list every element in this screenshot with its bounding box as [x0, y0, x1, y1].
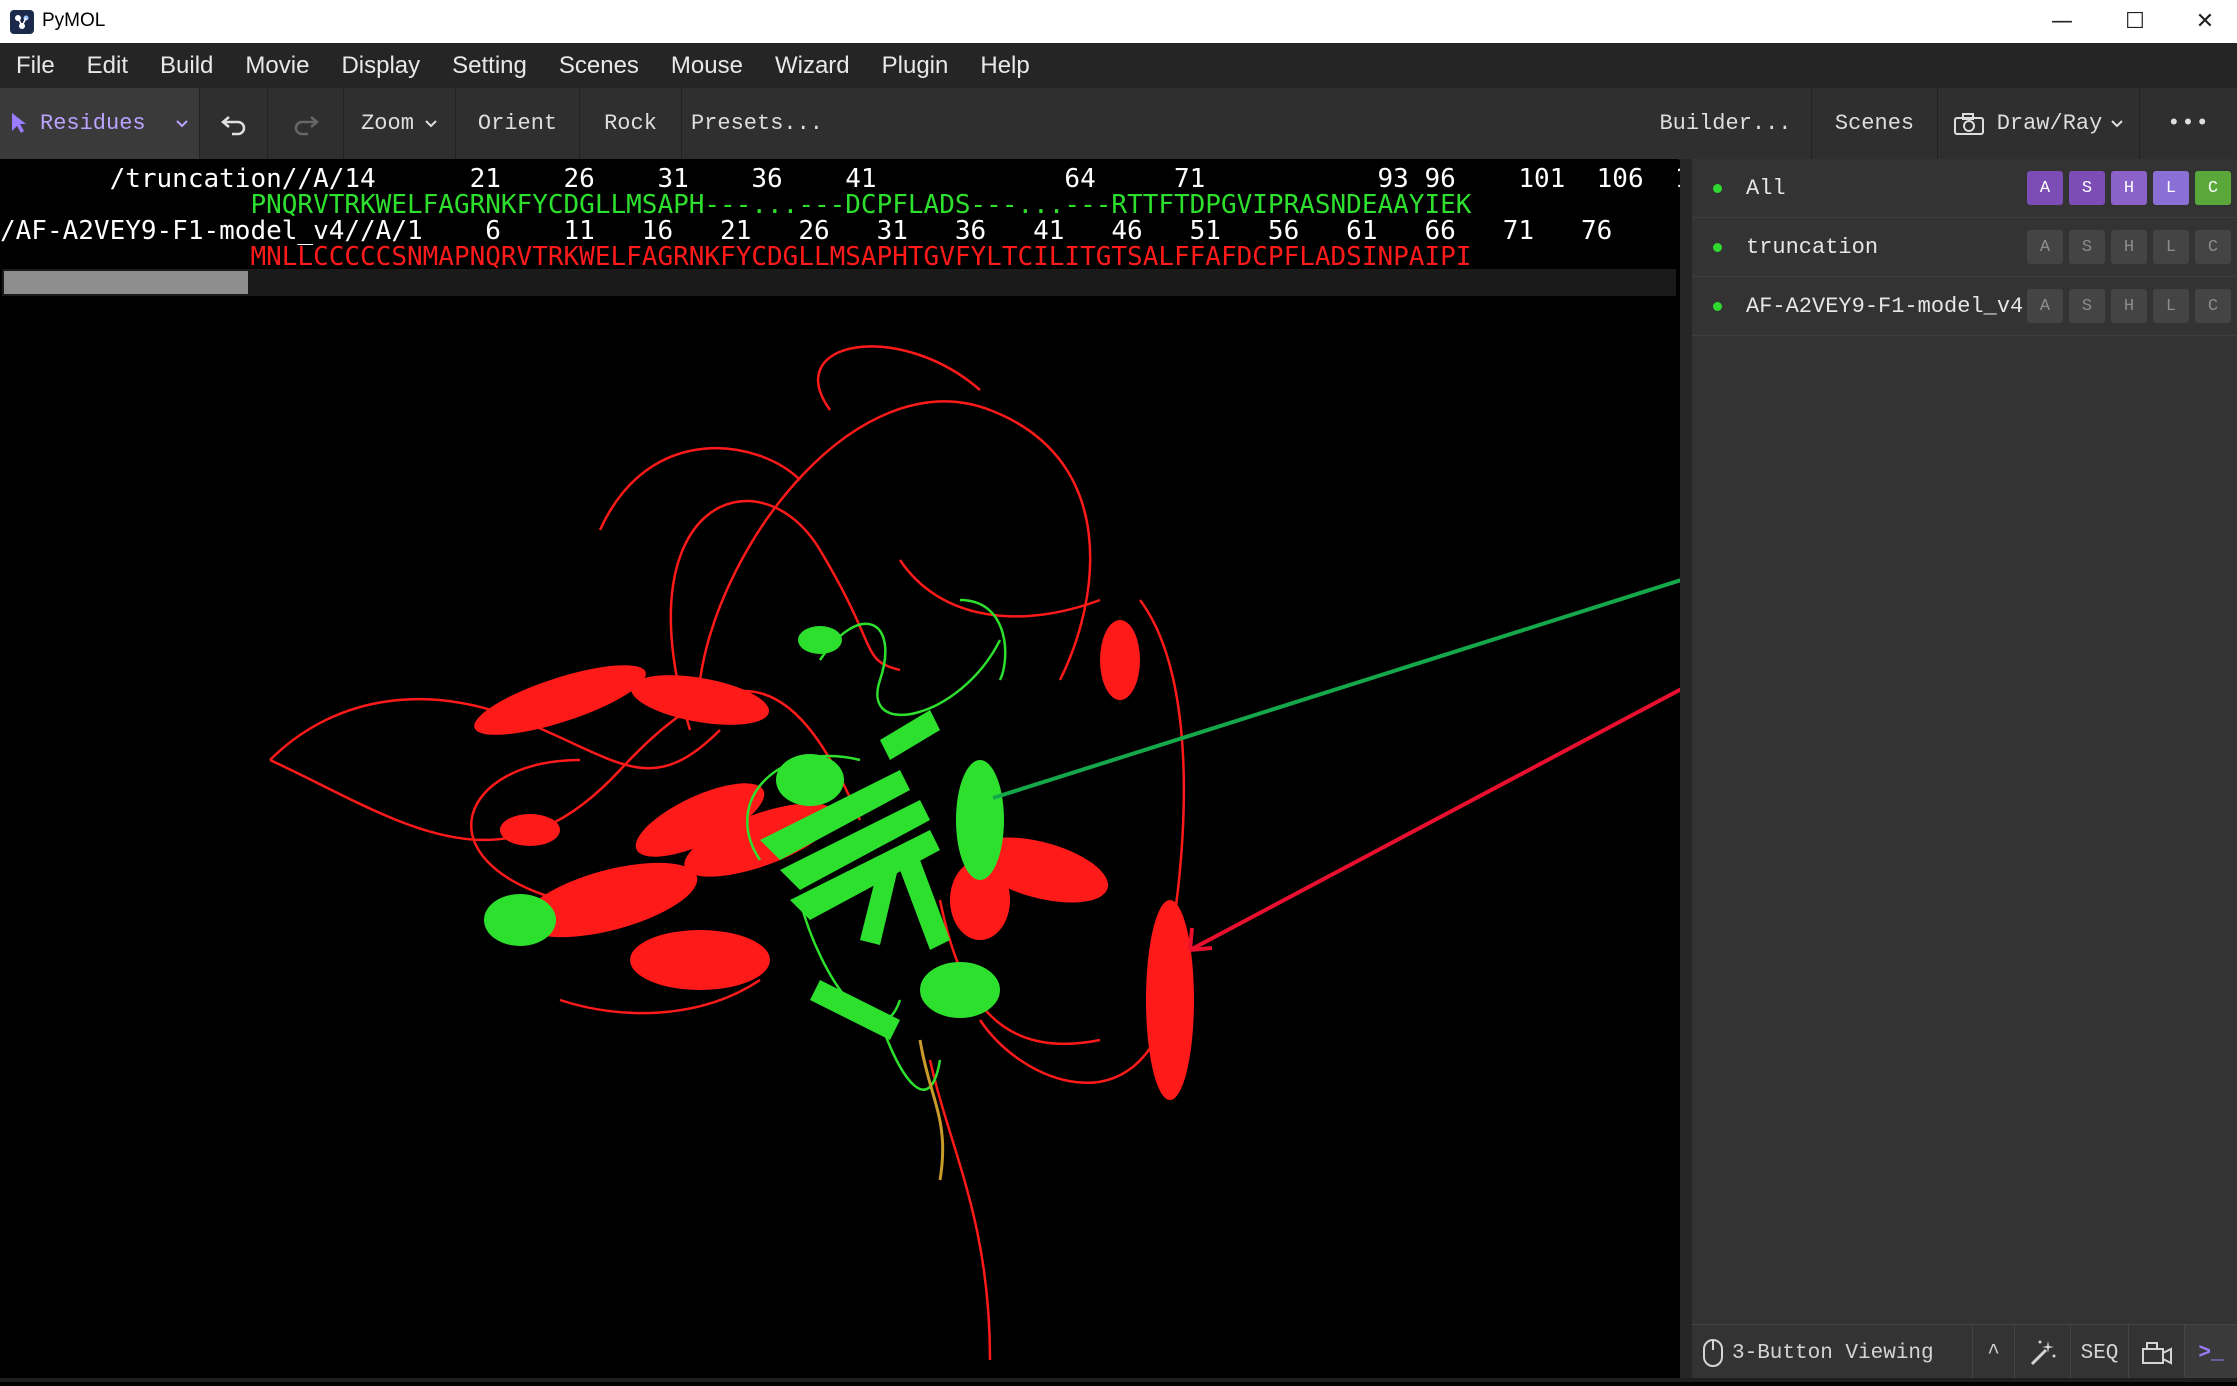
object-name[interactable]: All: [1746, 176, 1786, 201]
protein-cartoon-render: [269, 345, 1816, 1361]
pymol-app-icon: [10, 10, 34, 34]
camera-icon: [1953, 112, 1984, 135]
color-button[interactable]: C: [2195, 289, 2231, 323]
enabled-indicator[interactable]: [1713, 301, 1722, 311]
menu-movie[interactable]: Movie: [229, 52, 325, 80]
sequence-scrollbar[interactable]: [2, 269, 1676, 296]
mouse-mode-label: 3-Button Viewing: [1732, 1341, 1934, 1365]
maximize-button[interactable]: ☐: [2103, 0, 2167, 43]
menu-help[interactable]: Help: [964, 52, 1045, 80]
magic-wand-icon: [2030, 1340, 2055, 1366]
sequence-row-model-numbers: /AF-A2VEY9-F1-model_v4//A/1 6 11 16 21 2…: [0, 216, 1613, 246]
hide-button[interactable]: H: [2111, 171, 2147, 205]
zoom-label: Zoom: [361, 111, 414, 136]
minimize-button[interactable]: —: [2030, 0, 2094, 43]
color-button[interactable]: C: [2195, 171, 2231, 205]
window-title: PyMOL: [42, 10, 106, 31]
object-row-all[interactable]: All A S H L C: [1692, 159, 2237, 218]
chevron-down-icon: [425, 119, 437, 127]
window-bottom-border: [0, 1378, 2237, 1382]
object-row-model[interactable]: AF-A2VEY9-F1-model_v4 A S H L C: [1692, 277, 2237, 336]
show-button[interactable]: S: [2069, 230, 2105, 264]
color-button[interactable]: C: [2195, 230, 2231, 264]
mouse-mode-expand-button[interactable]: ^: [1972, 1325, 2014, 1381]
sequence-row-model-residues[interactable]: MNLLCCCCCSNMAPNQRVTRKWELFAGRNKFYCDGLLMSA…: [0, 244, 1471, 270]
status-bar: 3-Button Viewing ^ SEQ >_: [1692, 1324, 2237, 1381]
label-button[interactable]: L: [2153, 171, 2189, 205]
object-actions: A S H L C: [2027, 230, 2231, 264]
undo-button[interactable]: [200, 88, 268, 159]
action-button[interactable]: A: [2027, 230, 2063, 264]
scenes-button[interactable]: Scenes: [1812, 88, 1938, 159]
hide-button[interactable]: H: [2111, 230, 2147, 264]
builder-button[interactable]: Builder...: [1640, 88, 1812, 159]
object-name[interactable]: AF-A2VEY9-F1-model_v4: [1746, 294, 2023, 319]
magic-wand-button[interactable]: [2014, 1325, 2070, 1381]
draw-ray-dropdown[interactable]: Draw/Ray: [1938, 88, 2140, 159]
object-row-truncation[interactable]: truncation A S H L C: [1692, 218, 2237, 277]
orient-button[interactable]: Orient: [456, 88, 580, 159]
object-actions: A S H L C: [2027, 289, 2231, 323]
movie-camera-icon: [2141, 1342, 2172, 1365]
sequence-row-truncation-residues[interactable]: PNQRVTRKWELFAGRNKFYCDGLLMSAPH---...---DC…: [0, 192, 1471, 218]
menu-wizard[interactable]: Wizard: [759, 52, 866, 80]
more-options-button[interactable]: •••: [2140, 88, 2237, 159]
undo-icon: [220, 115, 245, 135]
zoom-dropdown[interactable]: Zoom: [344, 88, 456, 159]
chevron-down-icon: [176, 120, 188, 128]
redo-icon: [294, 115, 319, 135]
mouse-icon: [1703, 1339, 1723, 1367]
menu-display[interactable]: Display: [325, 52, 436, 80]
enabled-indicator[interactable]: [1713, 183, 1722, 193]
selection-mode-label: Residues: [40, 111, 146, 136]
molecule-viewport[interactable]: [0, 300, 1816, 1382]
label-button[interactable]: L: [2153, 289, 2189, 323]
object-panel: All A S H L C truncation A S H L C AF-A2…: [1692, 159, 2237, 1382]
enabled-indicator[interactable]: [1713, 242, 1722, 252]
draw-ray-label: Draw/Ray: [1996, 111, 2103, 136]
rock-button[interactable]: Rock: [580, 88, 682, 159]
toolbar: Residues Zoom Orient Rock Presets... Bui…: [0, 88, 2237, 160]
sequence-scroll-thumb[interactable]: [4, 271, 248, 294]
hide-button[interactable]: H: [2111, 289, 2147, 323]
menu-edit[interactable]: Edit: [71, 52, 144, 80]
sequence-toggle-button[interactable]: SEQ: [2070, 1325, 2128, 1381]
chevron-down-icon: [2111, 119, 2124, 127]
movie-button[interactable]: [2128, 1325, 2184, 1381]
object-actions: A S H L C: [2027, 171, 2231, 205]
menu-build[interactable]: Build: [144, 52, 229, 80]
presets-button[interactable]: Presets...: [682, 88, 832, 159]
menu-plugin[interactable]: Plugin: [866, 52, 965, 80]
show-button[interactable]: S: [2069, 171, 2105, 205]
command-line-button[interactable]: >_: [2184, 1325, 2237, 1381]
label-button[interactable]: L: [2153, 230, 2189, 264]
menu-scenes[interactable]: Scenes: [543, 52, 655, 80]
terminal-icon: >_: [2198, 1341, 2224, 1365]
panel-splitter[interactable]: [1680, 159, 1692, 1382]
menu-file[interactable]: File: [0, 52, 71, 80]
menu-mouse[interactable]: Mouse: [655, 52, 759, 80]
pointer-icon: [12, 113, 26, 133]
close-button[interactable]: ✕: [2173, 0, 2237, 43]
sequence-row-truncation-numbers: /truncation//A/14 21 26 31 36 41 64 71 9…: [0, 164, 1722, 194]
menu-setting[interactable]: Setting: [436, 52, 543, 80]
object-name[interactable]: truncation: [1746, 235, 1878, 260]
action-button[interactable]: A: [2027, 171, 2063, 205]
selection-mode-dropdown[interactable]: Residues: [0, 88, 200, 159]
action-button[interactable]: A: [2027, 289, 2063, 323]
mouse-mode-button[interactable]: 3-Button Viewing: [1692, 1325, 1972, 1381]
redo-button[interactable]: [268, 88, 344, 159]
menu-bar: File Edit Build Movie Display Setting Sc…: [0, 43, 2237, 88]
show-button[interactable]: S: [2069, 289, 2105, 323]
window-titlebar: PyMOL — ☐ ✕: [0, 0, 2237, 43]
